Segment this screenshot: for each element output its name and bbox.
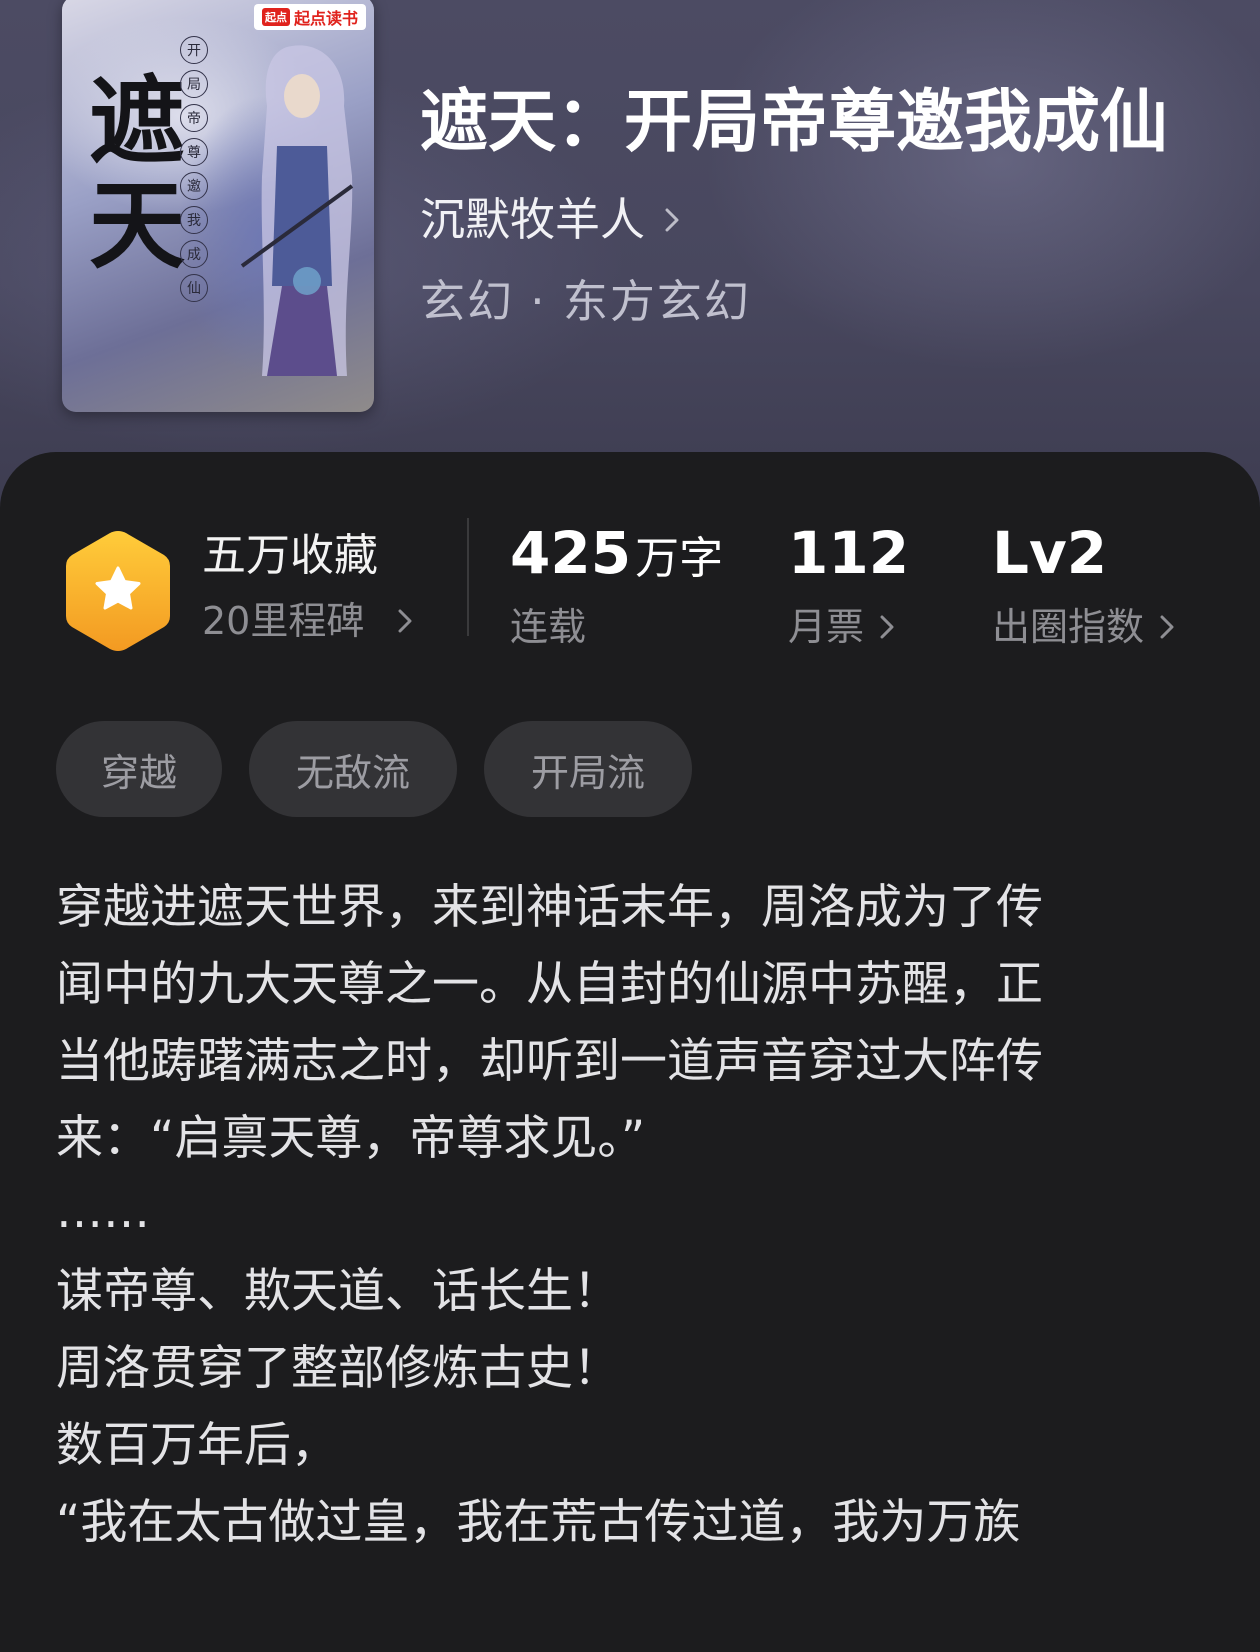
serial-status-label: 连载	[510, 605, 587, 649]
cover-vertical-char: 仙	[180, 274, 208, 302]
cover-character-illustration	[240, 45, 354, 377]
book-cover[interactable]: 起点 起点读书 遮 天 开 局 帝 尊 邀 我 成 仙	[62, 0, 374, 412]
popularity-label: 出圈指数	[992, 605, 1145, 649]
collection-title: 五万收藏	[202, 530, 378, 581]
description-line: 数百万年后，	[56, 1418, 338, 1473]
chevron-right-icon	[880, 615, 894, 639]
description-line: 谋帝尊、欺天道、话长生！	[56, 1264, 620, 1319]
cover-badge-text: 起点读书	[293, 9, 358, 28]
cover-big-char-1: 遮	[89, 65, 185, 178]
monthly-ticket-label: 月票	[788, 605, 865, 649]
collection-milestone-link[interactable]: 20里程碑	[202, 596, 412, 646]
monthly-ticket-link[interactable]: 月票	[788, 602, 894, 652]
serial-status: 连载	[510, 602, 586, 652]
cover-vertical-char: 尊	[180, 138, 208, 166]
popularity-link[interactable]: 出圈指数	[992, 602, 1174, 652]
book-genre[interactable]: 玄幻 · 东方玄幻	[420, 274, 751, 330]
cover-badge-mark: 起点	[261, 8, 290, 26]
cover-vertical-char: 成	[180, 240, 208, 268]
description-line: “我在太古做过皇，我在荒古传过道，我为万族	[56, 1495, 1021, 1550]
word-count-value: 425	[510, 519, 632, 587]
cover-big-char-2: 天	[89, 169, 185, 282]
description-line: 闻中的九大天尊之一。从自封的仙源中苏醒，正	[56, 957, 1043, 1012]
popularity-level: Lv2	[992, 519, 1108, 587]
cover-vertical-char: 我	[180, 206, 208, 234]
description-line: 当他踌躇满志之时，却听到一道声音穿过大阵传	[56, 1034, 1043, 1089]
description-line: 穿越进遮天世界，来到神话末年，周洛成为了传	[56, 880, 1043, 935]
tag-chip[interactable]: 穿越	[56, 721, 222, 817]
tag-chip[interactable]: 开局流	[484, 721, 692, 817]
description-line: 周洛贯穿了整部修炼古史！	[56, 1341, 620, 1396]
author-link[interactable]: 沉默牧羊人	[420, 192, 679, 248]
word-count-unit: 万字	[635, 533, 724, 584]
author-name: 沉默牧羊人	[420, 193, 646, 246]
book-title: 遮天：开局帝尊邀我成仙	[420, 82, 1169, 162]
description-line: 来：“启禀天尊，帝尊求见。”	[56, 1111, 646, 1166]
monthly-ticket-count: 112	[788, 519, 910, 587]
star-hexagon-icon[interactable]	[62, 528, 174, 654]
cover-vertical-char: 帝	[180, 104, 208, 132]
cover-vertical-char: 局	[180, 70, 208, 98]
chevron-right-icon	[665, 208, 679, 232]
cover-vertical-char: 邀	[180, 172, 208, 200]
chevron-right-icon	[1160, 615, 1174, 639]
cover-vertical-title: 开 局 帝 尊 邀 我 成 仙	[180, 36, 208, 302]
description-line: ……	[56, 1184, 150, 1239]
word-count: 425 万字	[510, 520, 723, 592]
stats-divider	[467, 518, 469, 636]
cover-vertical-char: 开	[180, 36, 208, 64]
collection-milestone: 20里程碑	[202, 599, 365, 643]
tag-chip[interactable]: 无敌流	[249, 721, 457, 817]
chevron-right-icon	[398, 609, 412, 633]
cover-publisher-badge: 起点 起点读书	[253, 4, 366, 30]
